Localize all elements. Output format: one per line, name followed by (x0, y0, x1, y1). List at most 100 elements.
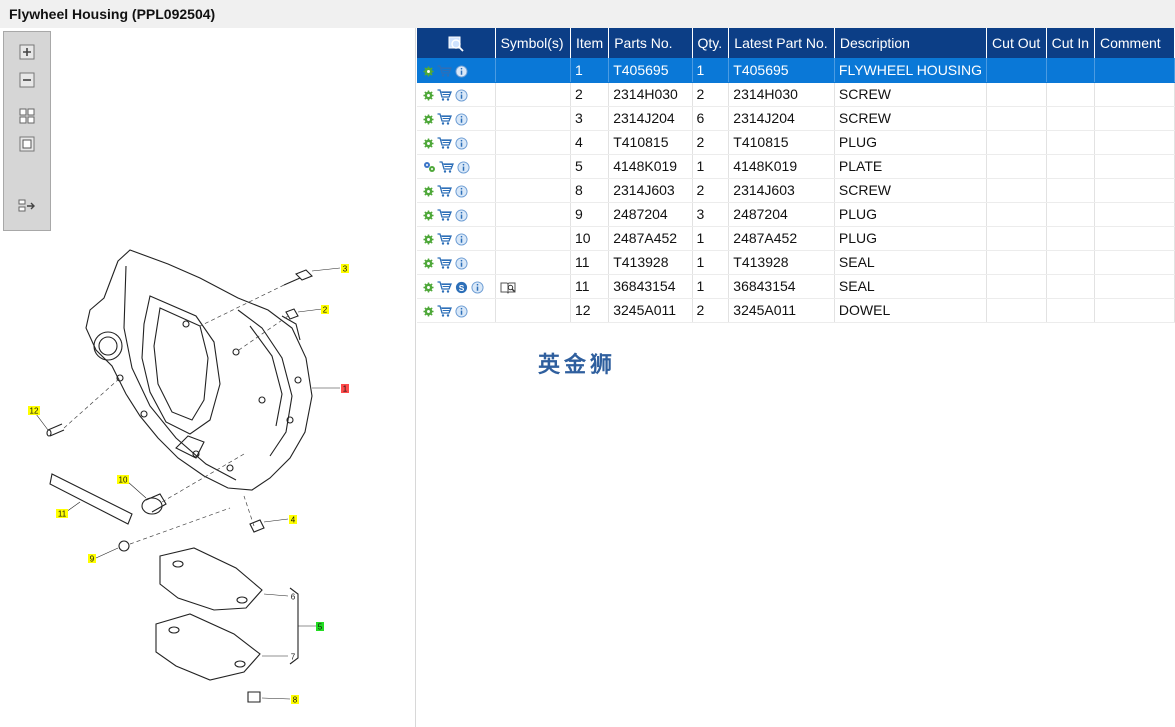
gear-icon[interactable] (423, 278, 437, 294)
table-row[interactable]: 4 T410815 2 T410815 PLUG (417, 130, 1175, 155)
table-row[interactable]: 10 2487A452 1 2487A452 PLUG (417, 226, 1175, 251)
row-action-icons[interactable]: S (417, 274, 496, 299)
gear-icon[interactable] (423, 206, 437, 222)
callout-6[interactable]: 6 (291, 593, 296, 602)
book-icon[interactable] (500, 278, 516, 294)
info-icon[interactable] (455, 206, 471, 222)
cell-comment (1094, 154, 1175, 179)
cart-icon[interactable] (437, 134, 455, 150)
row-action-icons[interactable] (417, 106, 496, 131)
row-action-icons[interactable] (417, 178, 496, 203)
row-action-icons[interactable] (417, 130, 496, 155)
row-action-icons[interactable] (417, 250, 496, 275)
gears-icon[interactable] (423, 158, 439, 174)
column-header-cut-out[interactable]: Cut Out (986, 28, 1047, 58)
cart-icon[interactable] (437, 62, 455, 78)
cell-item: 9 (570, 202, 610, 227)
s-badge-icon[interactable]: S (455, 278, 471, 294)
cell-description: FLYWHEEL HOUSING (834, 58, 988, 83)
callout-10[interactable]: 10 (117, 475, 129, 485)
cell-parts-no: 2314H030 (608, 82, 693, 107)
zoom-out-button[interactable] (16, 70, 38, 90)
cart-icon[interactable] (437, 302, 455, 318)
gear-icon[interactable] (423, 134, 437, 150)
callout-3[interactable]: 3 (341, 264, 349, 274)
cart-icon[interactable] (437, 278, 455, 294)
info-icon[interactable] (455, 110, 471, 126)
callout-label: 7 (291, 653, 296, 662)
column-header-description[interactable]: Description (834, 28, 988, 58)
table-row[interactable]: 12 3245A011 2 3245A011 DOWEL (417, 298, 1175, 323)
gear-icon[interactable] (423, 230, 437, 246)
gear-icon[interactable] (423, 86, 437, 102)
column-header-cut-in[interactable]: Cut In (1046, 28, 1096, 58)
table-row[interactable]: 9 2487204 3 2487204 PLUG (417, 202, 1175, 227)
gear-icon[interactable] (423, 62, 437, 78)
column-header-comment[interactable]: Comment (1094, 28, 1175, 58)
gear-icon[interactable] (423, 302, 437, 318)
table-row[interactable]: 3 2314J204 6 2314J204 SCREW (417, 106, 1175, 131)
table-row[interactable]: 2 2314H030 2 2314H030 SCREW (417, 82, 1175, 107)
fit-all-button[interactable] (16, 106, 38, 126)
callout-label: 3 (343, 265, 348, 274)
row-action-icons[interactable] (417, 202, 496, 227)
cell-parts-no: T413928 (608, 250, 693, 275)
export-button[interactable] (16, 196, 38, 216)
row-action-icons[interactable] (417, 298, 496, 323)
gear-icon[interactable] (423, 110, 437, 126)
column-header-latest-part-no[interactable]: Latest Part No. (728, 28, 835, 58)
cart-icon[interactable] (437, 86, 455, 102)
exploded-parts-diagram[interactable]: 3 2 1 12 10 11 4 9 6 5 7 8 (0, 228, 416, 727)
info-icon[interactable] (471, 278, 487, 294)
info-icon[interactable] (455, 86, 471, 102)
table-row[interactable]: 8 2314J603 2 2314J603 SCREW (417, 178, 1175, 203)
info-icon[interactable] (455, 302, 471, 318)
row-action-icons[interactable] (417, 226, 496, 251)
column-header-parts-no[interactable]: Parts No. (608, 28, 693, 58)
cart-icon[interactable] (439, 158, 457, 174)
callout-5[interactable]: 5 (316, 622, 324, 632)
parts-list-pane: Symbol(s) Item Parts No. Qty. Latest Par… (417, 28, 1175, 727)
cart-icon[interactable] (437, 206, 455, 222)
cart-icon[interactable] (437, 230, 455, 246)
callout-11[interactable]: 11 (56, 509, 68, 519)
info-icon[interactable] (455, 134, 471, 150)
cart-icon[interactable] (437, 110, 455, 126)
row-action-icons[interactable] (417, 58, 496, 83)
table-row[interactable]: 1 T405695 1 T405695 FLYWHEEL HOUSING (417, 58, 1175, 83)
table-row[interactable]: 5 4148K019 1 4148K019 PLATE (417, 154, 1175, 179)
cell-parts-no: T410815 (608, 130, 693, 155)
table-header-row: Symbol(s) Item Parts No. Qty. Latest Par… (417, 28, 1175, 58)
callout-8[interactable]: 8 (291, 695, 299, 705)
info-icon[interactable] (455, 230, 471, 246)
window-title: Flywheel Housing (PPL092504) (9, 6, 216, 22)
fit-page-button[interactable] (16, 134, 38, 154)
title-bar: Flywheel Housing (PPL092504) (0, 0, 1175, 28)
info-icon[interactable] (457, 158, 473, 174)
callout-4[interactable]: 4 (289, 515, 297, 525)
column-header-item[interactable]: Item (570, 28, 610, 58)
cell-symbols (495, 106, 571, 131)
callout-7[interactable]: 7 (291, 653, 296, 662)
column-header-symbols[interactable]: Symbol(s) (495, 28, 571, 58)
row-action-icons[interactable] (417, 82, 496, 107)
cart-icon[interactable] (437, 254, 455, 270)
cart-icon[interactable] (437, 182, 455, 198)
callout-2[interactable]: 2 (321, 305, 329, 315)
info-icon[interactable] (455, 254, 471, 270)
table-row[interactable]: S 11 36843154 1 36843154 SEAL (417, 274, 1175, 299)
gear-icon[interactable] (423, 182, 437, 198)
info-icon[interactable] (455, 62, 471, 78)
callout-12[interactable]: 12 (28, 406, 40, 416)
callout-1[interactable]: 1 (341, 384, 349, 394)
cell-cut-out (986, 250, 1047, 275)
gear-icon[interactable] (423, 254, 437, 270)
zoom-in-button[interactable] (16, 42, 38, 62)
row-action-icons[interactable] (417, 154, 496, 179)
column-header-actions[interactable] (417, 28, 496, 58)
info-icon[interactable] (455, 182, 471, 198)
callout-9[interactable]: 9 (88, 554, 96, 564)
column-header-qty[interactable]: Qty. (692, 28, 730, 58)
diagram-pane[interactable]: 3 2 1 12 10 11 4 9 6 5 7 8 (0, 28, 416, 727)
table-row[interactable]: 11 T413928 1 T413928 SEAL (417, 250, 1175, 275)
